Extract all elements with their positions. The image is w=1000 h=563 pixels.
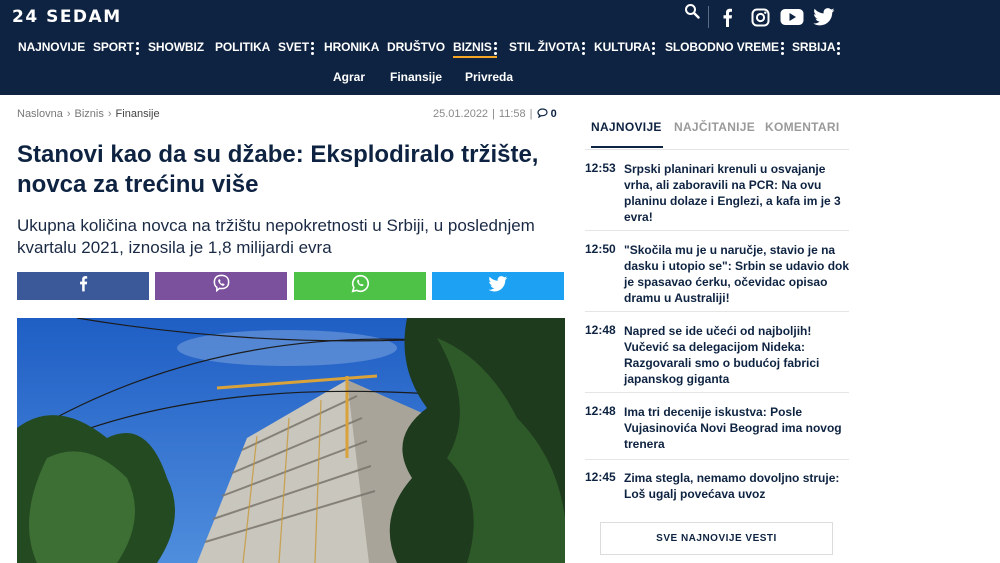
news-item[interactable]: 12:45 Zima stegla, nemamo dovoljno struj… xyxy=(585,470,849,508)
nav-item-kultura[interactable]: KULTURA xyxy=(594,40,656,55)
meta-separator: | xyxy=(529,108,533,120)
news-time: 12:53 xyxy=(585,161,616,175)
nav-item-stil-zivota[interactable]: STIL ŽIVOTA xyxy=(509,40,586,55)
share-twitter-button[interactable] xyxy=(432,272,564,300)
more-dots-icon xyxy=(493,40,497,55)
news-time: 12:48 xyxy=(585,404,616,418)
nav-item-politika[interactable]: POLITIKA xyxy=(215,40,270,54)
news-item[interactable]: 12:53 Srpski planinari krenuli u osvajan… xyxy=(585,161,849,231)
twitter-icon xyxy=(488,275,508,297)
twitter-icon[interactable] xyxy=(813,6,835,28)
article-title: Stanovi kao da su džabe: Eksplodiralo tr… xyxy=(17,141,539,198)
chevron-right-icon: › xyxy=(107,108,112,120)
viber-icon xyxy=(212,274,231,298)
article-meta: 25.01.2022 | 11:58 | 0 xyxy=(433,108,557,120)
news-title[interactable]: "Skočila mu je u naručje, stavio je na d… xyxy=(624,242,852,306)
nav-item-srbija[interactable]: SRBIJA xyxy=(792,40,841,55)
breadcrumb-item-finansije[interactable]: Finansije xyxy=(116,108,160,120)
all-news-button[interactable]: SVE NAJNOVIJE VESTI xyxy=(600,522,833,555)
more-dots-icon xyxy=(780,40,784,55)
share-facebook-button[interactable] xyxy=(17,272,149,300)
meta-separator: | xyxy=(492,108,495,120)
comment-icon[interactable] xyxy=(536,108,548,120)
article-date: 25.01.2022 xyxy=(433,108,489,120)
breadcrumb: Naslovna › Biznis › Finansije xyxy=(17,108,160,120)
nav-item-najnovije[interactable]: NAJNOVIJE xyxy=(18,40,85,54)
share-viber-button[interactable] xyxy=(155,272,287,300)
news-title[interactable]: Ima tri decenije iskustva: Posle Vujasin… xyxy=(624,404,852,452)
subnav-item-finansije[interactable]: Finansije xyxy=(390,70,442,84)
site-logo[interactable]: 24 SEDAM xyxy=(12,7,122,27)
sidebar-tabs: NAJNOVIJE NAJČITANIJE KOMENTARI xyxy=(585,118,849,150)
nav-item-biznis[interactable]: BIZNIS xyxy=(453,40,497,58)
chevron-right-icon: › xyxy=(66,108,71,120)
search-icon[interactable] xyxy=(683,0,701,22)
nav-item-drustvo[interactable]: DRUŠTVO xyxy=(387,40,445,54)
article-time: 11:58 xyxy=(498,108,526,120)
more-dots-icon xyxy=(582,40,586,55)
subnav-item-agrar[interactable]: Agrar xyxy=(333,70,365,84)
news-time: 12:48 xyxy=(585,323,616,337)
breadcrumb-item-biznis[interactable]: Biznis xyxy=(75,108,104,120)
nav-item-hronika[interactable]: HRONIKA xyxy=(324,40,379,54)
news-title[interactable]: Napred se ide učeći od najboljih! Vučevi… xyxy=(624,323,852,387)
active-tab-indicator xyxy=(591,146,663,148)
nav-item-sport[interactable]: SPORT xyxy=(93,40,139,55)
news-time: 12:45 xyxy=(585,470,616,484)
comment-count[interactable]: 0 xyxy=(551,108,557,120)
subnav-item-privreda[interactable]: Privreda xyxy=(465,70,513,84)
header-divider xyxy=(708,6,709,28)
news-time: 12:50 xyxy=(585,242,616,256)
breadcrumb-item-naslovna[interactable]: Naslovna xyxy=(17,108,63,120)
article-photo xyxy=(17,318,565,563)
nav-item-svet[interactable]: SVET xyxy=(278,40,314,55)
nav-item-slobodno-vreme[interactable]: SLOBODNO VREME xyxy=(665,40,784,55)
more-dots-icon xyxy=(135,40,139,55)
instagram-icon[interactable] xyxy=(750,6,770,28)
main-nav: NAJNOVIJE SPORT SHOWBIZ POLITIKA SVET HR… xyxy=(0,40,1000,60)
more-dots-icon xyxy=(837,40,841,55)
more-dots-icon xyxy=(310,40,314,55)
tab-najcitanije[interactable]: NAJČITANIJE xyxy=(674,120,755,134)
tab-komentari[interactable]: KOMENTARI xyxy=(765,120,839,134)
news-title[interactable]: Srpski planinari krenuli u osvajanje vrh… xyxy=(624,161,852,225)
nav-item-showbiz[interactable]: SHOWBIZ xyxy=(148,40,204,54)
news-item[interactable]: 12:48 Ima tri decenije iskustva: Posle V… xyxy=(585,404,849,460)
news-title[interactable]: Zima stegla, nemamo dovoljno struje: Loš… xyxy=(624,470,852,502)
more-dots-icon xyxy=(652,40,656,55)
tab-najnovije[interactable]: NAJNOVIJE xyxy=(591,120,662,134)
share-whatsapp-button[interactable] xyxy=(294,272,426,300)
news-item[interactable]: 12:50 "Skočila mu je u naručje, stavio j… xyxy=(585,242,849,312)
article-lead: Ukupna količina novca na tržištu nepokre… xyxy=(17,216,535,257)
news-item[interactable]: 12:48 Napred se ide učeći od najboljih! … xyxy=(585,323,849,393)
whatsapp-icon xyxy=(351,274,370,298)
facebook-icon[interactable] xyxy=(720,6,734,28)
youtube-icon[interactable] xyxy=(780,6,804,28)
facebook-icon xyxy=(78,275,88,297)
site-header: 24 SEDAM NAJNOVIJE SPORT SHOWBIZ POLITIK… xyxy=(0,0,1000,95)
